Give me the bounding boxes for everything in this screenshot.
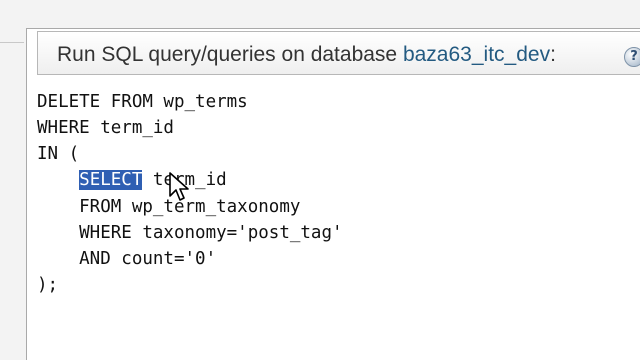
code-line-selected: SELECT term_id (37, 169, 227, 191)
code-line: AND count='0' (37, 249, 217, 269)
sql-query-textarea[interactable]: DELETE FROM wp_terms WHERE term_id IN ( … (27, 85, 640, 360)
panel-title-prefix: Run SQL query/queries on database (57, 43, 403, 66)
mouse-pointer-icon (169, 172, 189, 201)
selected-text: SELECT (79, 170, 143, 190)
code-line: ); (37, 275, 59, 295)
sql-query-panel: Run SQL query/queries on database baza63… (26, 28, 640, 360)
left-divider (0, 42, 24, 43)
panel-header: Run SQL query/queries on database baza63… (37, 31, 640, 75)
code-line: WHERE term_id (37, 118, 174, 138)
help-icon[interactable]: ? (624, 47, 640, 67)
panel-title: Run SQL query/queries on database baza63… (57, 43, 556, 67)
sql-query-page: Run SQL query/queries on database baza63… (0, 0, 640, 360)
database-link[interactable]: baza63_itc_dev (403, 43, 550, 66)
code-line: DELETE FROM wp_terms (37, 92, 248, 112)
code-line: IN ( (37, 144, 80, 164)
panel-title-suffix: : (550, 43, 556, 66)
code-line: WHERE taxonomy='post_tag' (37, 223, 343, 243)
